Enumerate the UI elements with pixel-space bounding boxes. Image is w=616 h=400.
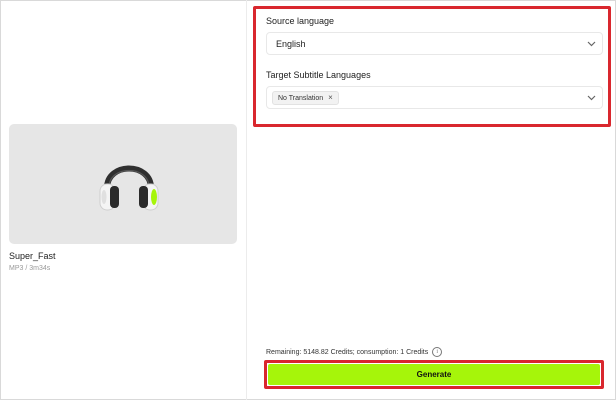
info-icon[interactable]: i: [432, 347, 443, 357]
language-settings: Source language English Target Subtitle …: [253, 6, 611, 127]
media-meta: MP3 / 3m34s: [9, 265, 51, 272]
source-language-label: Source language: [266, 16, 335, 26]
chevron-down-icon: [587, 95, 596, 101]
target-languages-select[interactable]: No Translation ×: [266, 86, 603, 109]
language-tag: No Translation ×: [272, 91, 339, 105]
panel-divider: [246, 0, 247, 400]
generate-highlight: Generate: [264, 360, 604, 389]
headphone-icon: [99, 165, 159, 211]
target-languages-label: Target Subtitle Languages: [266, 70, 371, 80]
chevron-down-icon: [587, 41, 596, 47]
media-thumbnail[interactable]: [9, 124, 237, 244]
source-language-value: English: [276, 39, 306, 49]
source-language-select[interactable]: English: [266, 32, 603, 55]
credits-info: Remaining: 5148.82 Credits; consumption:…: [266, 347, 443, 357]
close-icon[interactable]: ×: [328, 94, 333, 102]
language-tag-label: No Translation: [278, 94, 324, 102]
credits-text: Remaining: 5148.82 Credits; consumption:…: [266, 348, 429, 356]
generate-button[interactable]: Generate: [268, 364, 600, 385]
media-name: Super_Fast: [9, 251, 56, 261]
media-panel: Super_Fast MP3 / 3m34s: [0, 0, 245, 400]
